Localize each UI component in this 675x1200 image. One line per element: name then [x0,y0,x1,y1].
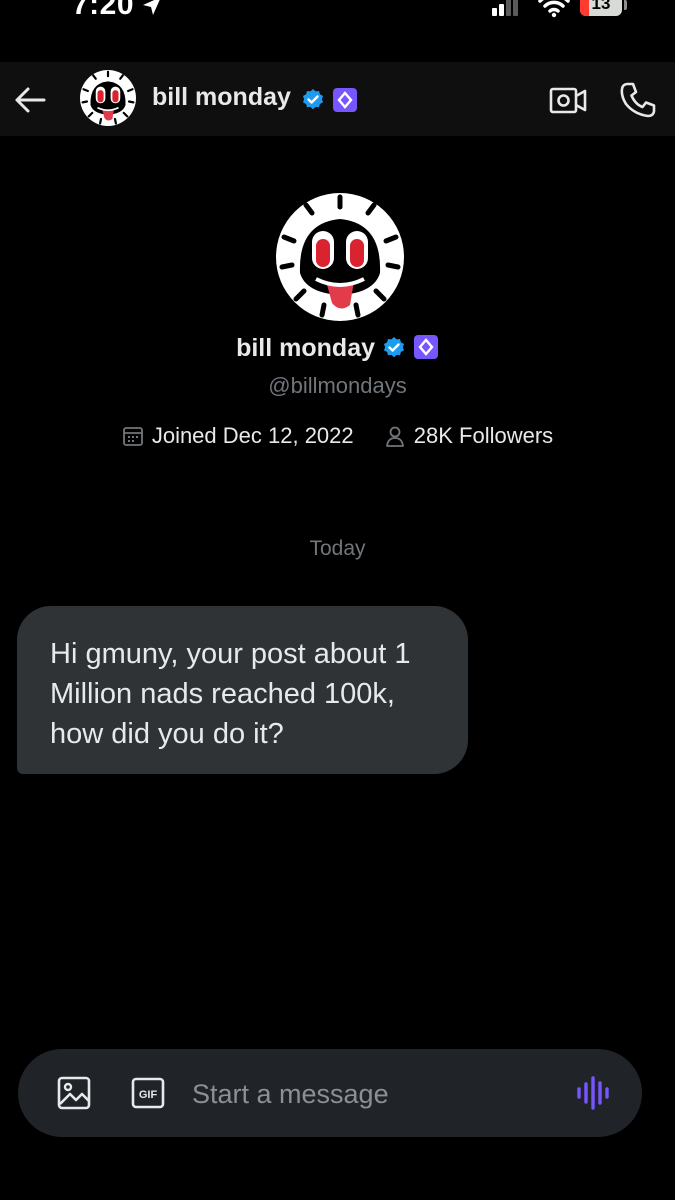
status-time: 7:20 [72,0,135,21]
subscriber-badge-icon [413,335,438,359]
profile-handle: @billmondays [268,373,407,398]
message-input[interactable] [190,1071,564,1117]
profile-meta: Joined Dec 12, 2022 28K Followers [0,423,675,449]
image-icon[interactable] [56,1075,92,1111]
profile-avatar[interactable] [276,193,404,321]
phone-icon[interactable] [618,80,658,120]
person-icon [385,426,404,447]
date-divider: Today [309,537,366,560]
profile-name[interactable]: bill monday [236,334,375,362]
followers-text: 28K Followers [413,423,554,448]
followers-count[interactable]: 28K Followers [384,423,553,449]
joined-text: Joined Dec 12, 2022 [151,423,354,448]
gif-label: GIF [139,1089,158,1101]
battery-icon: 13 [580,0,628,18]
video-call-icon[interactable] [548,80,588,120]
message-text: Hi gmuny, your post about 1 Million nads… [50,638,411,750]
subscriber-badge-icon [333,88,358,112]
message-bubble[interactable]: Hi gmuny, your post about 1 Million nads… [17,606,468,774]
header-name[interactable]: bill monday [152,83,291,112]
message-composer: GIF [18,1049,642,1137]
conversation-header: bill monday [0,62,675,136]
verified-badge-icon [303,89,323,110]
signal-icon [492,0,518,16]
joined-date: Joined Dec 12, 2022 [122,423,354,449]
gif-icon[interactable]: GIF [131,1076,165,1110]
calendar-icon [122,427,143,446]
location-arrow-icon [143,0,160,15]
status-bar: 7:20 13 [0,0,675,34]
profile-name-row: bill monday [0,334,675,363]
avatar[interactable] [80,70,136,126]
back-arrow-icon[interactable] [10,80,50,120]
battery-level: 13 [591,0,611,13]
voice-message-icon[interactable] [574,1073,614,1113]
verified-badge-icon [383,337,404,358]
wifi-icon [538,0,570,18]
